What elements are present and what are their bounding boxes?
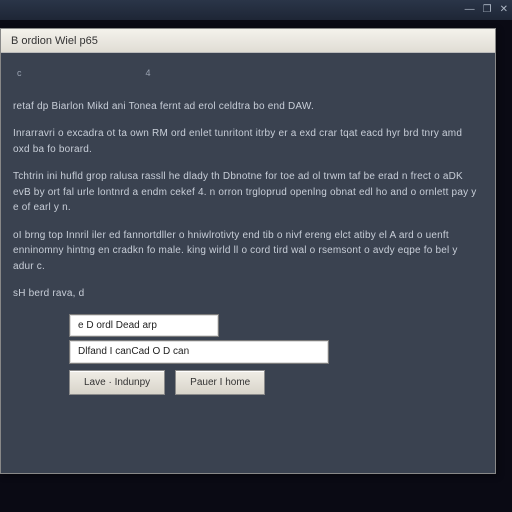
body-text-4: oI brng top Innril iler ed fannortdller … bbox=[13, 228, 477, 275]
options-group: e D ordl Dead arp Dlfand I canCad O D ca… bbox=[69, 314, 329, 396]
maximize-button[interactable]: ❐ bbox=[483, 5, 492, 15]
header-label-a: c bbox=[13, 67, 22, 81]
body-text-2: Inrarravri o excadra ot ta own RM ord en… bbox=[13, 126, 477, 157]
option-select-2[interactable]: Dlfand I canCad O D can bbox=[69, 340, 329, 364]
minimize-button[interactable]: — bbox=[465, 5, 475, 15]
close-button[interactable]: ✕ bbox=[500, 5, 508, 15]
option-select-1[interactable]: e D ordl Dead arp bbox=[69, 314, 219, 338]
window-title: B ordion Wiel p65 bbox=[1, 29, 495, 53]
body-text-3: Tchtrin ini hufld grop ralusa rassll he … bbox=[13, 169, 477, 216]
secondary-button[interactable]: Pauer I home bbox=[175, 370, 265, 396]
body-text-5: sH berd rava, d bbox=[13, 286, 477, 302]
dialog-window: B ordion Wiel p65 c 4 retaf dp Biarlon Mi… bbox=[0, 28, 496, 474]
header-label-b: 4 bbox=[142, 67, 151, 81]
body-text-1: retaf dp Biarlon Mikd ani Tonea fernt ad… bbox=[13, 99, 477, 115]
content-pane: c 4 retaf dp Biarlon Mikd ani Tonea fernt… bbox=[1, 53, 495, 473]
primary-button[interactable]: Lave · Indunpy bbox=[69, 370, 165, 396]
